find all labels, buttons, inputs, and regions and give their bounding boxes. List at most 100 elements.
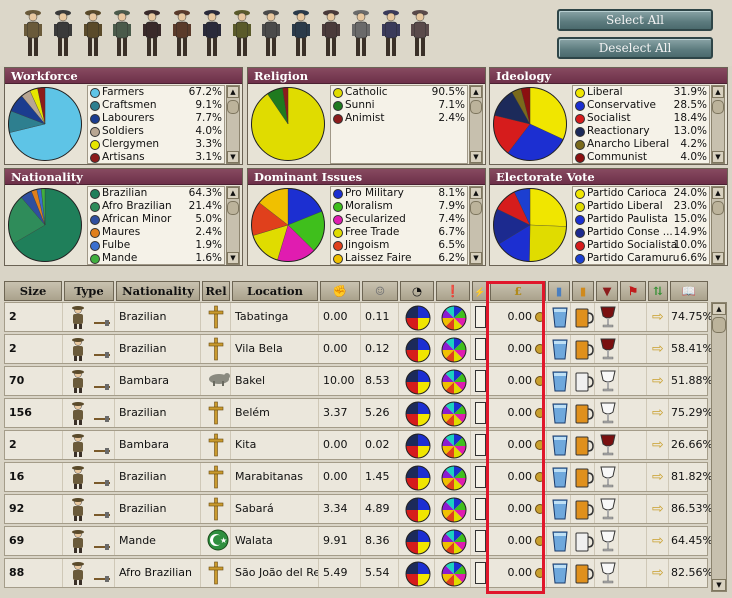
legend-item[interactable]: Soldiers 4.0% xyxy=(88,125,224,138)
scroll-up-arrow-icon[interactable]: ▲ xyxy=(470,86,482,98)
pop-filter-others-icon[interactable] xyxy=(407,6,433,60)
scroll-up-arrow-icon[interactable]: ▲ xyxy=(712,187,724,199)
religion-scrollbar[interactable]: ▲ ▼ xyxy=(469,85,483,164)
col-money-header[interactable]: £ xyxy=(490,281,546,301)
table-scroll-up-arrow-icon[interactable]: ▲ xyxy=(712,303,726,315)
legend-item[interactable]: Afro Brazilian 21.4% xyxy=(88,200,224,213)
col-ideology-header[interactable]: ◔ xyxy=(400,281,434,301)
pop-type-cell[interactable] xyxy=(65,399,115,427)
table-row[interactable]: 2 Bambara Kita 0.00 0.02 0.00 ⇨ 26.66% xyxy=(4,430,713,460)
pop-type-cell[interactable] xyxy=(65,303,115,331)
pop-ideology-cell[interactable] xyxy=(401,527,435,555)
pop-type-cell[interactable] xyxy=(65,527,115,555)
pop-ideology-cell[interactable] xyxy=(401,303,435,331)
nationality-scrollbar[interactable]: ▲ ▼ xyxy=(226,186,240,265)
col-rebel-header[interactable]: ⚑ xyxy=(620,281,646,301)
pop-location[interactable]: São João del Rey xyxy=(233,559,319,587)
pop-filter-bureaucrats-icon[interactable] xyxy=(199,6,225,60)
pop-issues-cell[interactable] xyxy=(437,463,471,491)
pop-issues-cell[interactable] xyxy=(437,367,471,395)
legend-item[interactable]: Sunni 7.1% xyxy=(331,99,467,112)
pop-location[interactable]: Kita xyxy=(233,431,319,459)
scroll-thumb[interactable] xyxy=(470,100,482,114)
scroll-down-arrow-icon[interactable]: ▼ xyxy=(470,252,482,264)
deselect-all-button[interactable]: Deselect All xyxy=(557,37,713,59)
pop-filter-officers-icon[interactable] xyxy=(229,6,255,60)
pop-location[interactable]: Bakel xyxy=(233,367,319,395)
col-life-needs-header[interactable]: ▮ xyxy=(548,281,570,301)
col-growth-header[interactable]: ⇅ xyxy=(648,281,668,301)
promotion-cell[interactable]: ⇨ xyxy=(649,399,669,427)
scroll-thumb[interactable] xyxy=(227,201,239,215)
pop-religion-cell[interactable] xyxy=(203,431,231,459)
legend-item[interactable]: Labourers 7.7% xyxy=(88,112,224,125)
legend-item[interactable]: Partido Socialista 10.0% xyxy=(573,239,709,252)
legend-item[interactable]: Brazilian 64.3% xyxy=(88,187,224,200)
table-scrollbar[interactable]: ▲ ▼ xyxy=(711,302,727,592)
col-unemployment-header[interactable]: ⚡ xyxy=(472,281,488,301)
legend-item[interactable]: Conservative 28.5% xyxy=(573,99,709,112)
issues-scrollbar[interactable]: ▲ ▼ xyxy=(469,186,483,265)
legend-item[interactable]: Secularized 7.4% xyxy=(331,213,467,226)
pop-type-cell[interactable] xyxy=(65,335,115,363)
pop-location[interactable]: Marabitanas xyxy=(233,463,319,491)
legend-item[interactable]: Artisans 3.1% xyxy=(88,151,224,164)
pop-location[interactable]: Belém xyxy=(233,399,319,427)
scroll-thumb[interactable] xyxy=(712,100,724,114)
scroll-down-arrow-icon[interactable]: ▼ xyxy=(712,252,724,264)
pop-religion-cell[interactable] xyxy=(203,495,231,523)
pop-ideology-cell[interactable] xyxy=(401,463,435,491)
pop-filter-slaves-icon[interactable] xyxy=(348,6,374,60)
legend-item[interactable]: Liberal 31.9% xyxy=(573,86,709,99)
pop-filter-capitalists-icon[interactable] xyxy=(258,6,284,60)
legend-item[interactable]: Animist 2.4% xyxy=(331,112,467,125)
pop-religion-cell[interactable] xyxy=(203,335,231,363)
table-scroll-thumb[interactable] xyxy=(712,317,726,333)
col-size-header[interactable]: Size xyxy=(4,281,62,301)
pop-issues-cell[interactable] xyxy=(437,495,471,523)
pop-ideology-cell[interactable] xyxy=(401,495,435,523)
col-issues-header[interactable]: ❗ xyxy=(436,281,470,301)
scroll-down-arrow-icon[interactable]: ▼ xyxy=(470,151,482,163)
table-row[interactable]: 88 Afro Brazilian São João del Rey 5.49 … xyxy=(4,558,713,588)
table-row[interactable]: 2 Brazilian Tabatinga 0.00 0.11 0.00 ⇨ 7… xyxy=(4,302,713,332)
legend-item[interactable]: Mande 1.6% xyxy=(88,252,224,265)
pop-ideology-cell[interactable] xyxy=(401,335,435,363)
col-everyday-needs-header[interactable]: ▮ xyxy=(572,281,594,301)
electorate-scrollbar[interactable]: ▲ ▼ xyxy=(711,186,725,265)
pop-filter-artisans-icon[interactable] xyxy=(169,6,195,60)
table-row[interactable]: 92 Brazilian Sabará 3.34 4.89 0.00 ⇨ 86.… xyxy=(4,494,713,524)
scroll-up-arrow-icon[interactable]: ▲ xyxy=(227,187,239,199)
legend-item[interactable]: Socialist 18.4% xyxy=(573,112,709,125)
legend-item[interactable]: Farmers 67.2% xyxy=(88,86,224,99)
legend-item[interactable]: Pro Military 8.1% xyxy=(331,187,467,200)
scroll-thumb[interactable] xyxy=(227,100,239,114)
legend-item[interactable]: Jingoism 6.5% xyxy=(331,239,467,252)
pop-filter-craftsmen-icon[interactable] xyxy=(50,6,76,60)
ideology-scrollbar[interactable]: ▲ ▼ xyxy=(711,85,725,164)
pop-issues-cell[interactable] xyxy=(437,399,471,427)
select-all-button[interactable]: Select All xyxy=(557,9,713,31)
pop-type-cell[interactable] xyxy=(65,495,115,523)
pop-location[interactable]: Sabará xyxy=(233,495,319,523)
legend-item[interactable]: Craftsmen 9.1% xyxy=(88,99,224,112)
table-scroll-down-arrow-icon[interactable]: ▼ xyxy=(712,579,726,591)
promotion-cell[interactable]: ⇨ xyxy=(649,303,669,331)
scroll-up-arrow-icon[interactable]: ▲ xyxy=(227,86,239,98)
legend-item[interactable]: Fulbe 1.9% xyxy=(88,239,224,252)
pop-type-cell[interactable] xyxy=(65,559,115,587)
table-row[interactable]: 2 Brazilian Vila Bela 0.00 0.12 0.00 ⇨ 5… xyxy=(4,334,713,364)
legend-item[interactable]: Catholic 90.5% xyxy=(331,86,467,99)
pop-location[interactable]: Tabatinga xyxy=(233,303,319,331)
legend-item[interactable]: Partido Conse ... 14.9% xyxy=(573,226,709,239)
pop-religion-cell[interactable] xyxy=(203,463,231,491)
scroll-up-arrow-icon[interactable]: ▲ xyxy=(712,86,724,98)
promotion-cell[interactable]: ⇨ xyxy=(649,367,669,395)
legend-item[interactable]: Free Trade 6.7% xyxy=(331,226,467,239)
pop-religion-cell[interactable]: ★ xyxy=(203,527,231,555)
promotion-cell[interactable]: ⇨ xyxy=(649,335,669,363)
table-row[interactable]: 70 Bambara Bakel 10.00 8.53 0.00 ⇨ 51.88… xyxy=(4,366,713,396)
promotion-cell[interactable]: ⇨ xyxy=(649,463,669,491)
pop-religion-cell[interactable] xyxy=(203,367,231,395)
legend-item[interactable]: Partido Liberal 23.0% xyxy=(573,200,709,213)
